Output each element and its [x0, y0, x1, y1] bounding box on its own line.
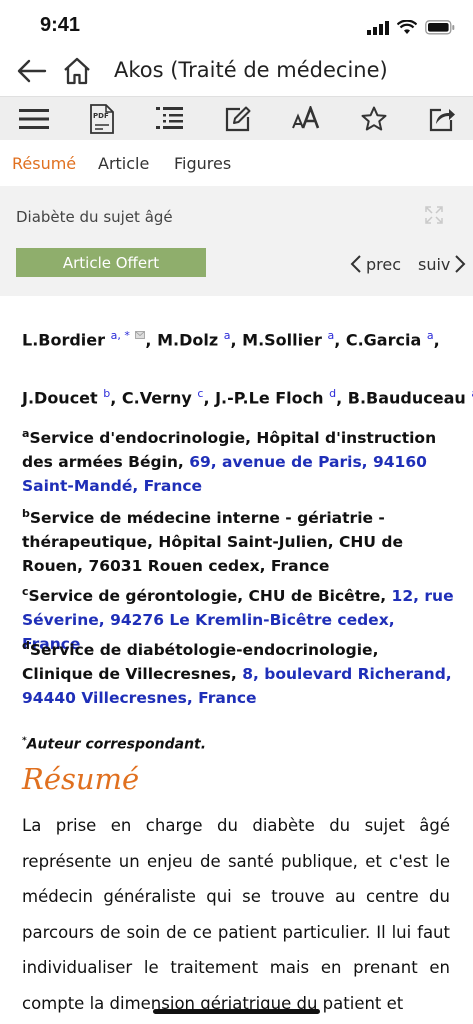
outline-button[interactable] [154, 103, 186, 135]
author-affiliation-mark: a, * [110, 329, 130, 342]
page-title: Akos (Traité de médecine) [114, 58, 388, 82]
menu-icon [19, 109, 49, 129]
navigation-bar: Akos (Traité de médecine) [0, 52, 473, 94]
status-icons [367, 20, 455, 35]
tab-bar: Résumé Article Figures [0, 140, 473, 186]
author-line-1: L.Bordier a, * , M.Dolz a, M.Sollier a, … [22, 329, 440, 350]
affiliation-d: dService de diabétologie-endocrinologie,… [22, 639, 452, 708]
prev-label: prec [366, 254, 402, 274]
chevron-left-icon [350, 255, 361, 273]
author-affiliation-mark: a [327, 329, 335, 342]
article-offert-button[interactable]: Article Offert [16, 248, 206, 277]
home-icon [64, 57, 90, 85]
share-button[interactable] [426, 103, 458, 135]
author-affiliation-mark: c [197, 387, 204, 400]
author-affiliation-mark: a [426, 329, 434, 342]
tab-figures[interactable]: Figures [174, 154, 231, 173]
status-time: 9:41 [40, 14, 81, 36]
abstract-heading: Résumé [22, 762, 140, 796]
fullscreen-button[interactable] [425, 206, 443, 228]
author-affiliation-mark: a [223, 329, 231, 342]
outline-icon [156, 107, 183, 129]
pdf-button[interactable]: PDF [86, 103, 118, 135]
font-size-icon [292, 106, 320, 129]
star-icon [361, 106, 387, 131]
article-header: Diabète du sujet âgé Article Offert prec… [0, 186, 473, 296]
author-name[interactable]: B.Bauduceau [348, 388, 466, 407]
note-edit-icon [225, 106, 251, 132]
wifi-icon [397, 20, 417, 34]
battery-icon [425, 20, 455, 35]
author-line-2: J.Doucet b, C.Verny c, J.-P.Le Floch d, … [22, 380, 473, 412]
next-button[interactable]: suiv [418, 254, 466, 274]
tab-article[interactable]: Article [98, 154, 149, 173]
author-affiliation-mark: b [103, 387, 111, 400]
pdf-icon: PDF [90, 104, 114, 134]
toolbar: PDF [0, 96, 473, 141]
corresponding-author-note: *Auteur correspondant. [22, 736, 207, 753]
author-name[interactable]: L.Bordier [22, 330, 105, 349]
author-name[interactable]: C.Garcia [346, 330, 421, 349]
section-title: Diabète du sujet âgé [16, 208, 173, 226]
prev-button[interactable]: prec [350, 254, 401, 274]
affiliation-a: aService d'endocrinologie, Hôpital d'ins… [22, 427, 437, 496]
share-icon [429, 108, 455, 132]
author-name[interactable]: J.-P.Le Floch [215, 388, 323, 407]
chevron-right-icon [455, 255, 466, 273]
font-size-button[interactable] [290, 103, 322, 135]
email-icon[interactable] [135, 331, 146, 339]
favorite-button[interactable] [358, 103, 390, 135]
author-name[interactable]: M.Dolz [157, 330, 218, 349]
signal-icon [367, 20, 389, 35]
author-name[interactable]: M.Sollier [242, 330, 322, 349]
author-name[interactable]: J.Doucet [22, 388, 98, 407]
affiliation-b: bService de médecine interne - gériatrie… [22, 507, 403, 576]
tab-resume[interactable]: Résumé [12, 154, 76, 173]
abstract-text: La prise en charge du diabète du sujet â… [22, 816, 450, 1013]
next-label: suiv [418, 254, 451, 274]
home-indicator[interactable] [153, 1009, 320, 1014]
status-bar: 9:41 [0, 0, 473, 52]
expand-icon [425, 206, 443, 224]
home-button[interactable] [62, 56, 92, 90]
back-arrow-icon [17, 59, 47, 83]
author-name[interactable]: C.Verny [122, 388, 192, 407]
author-affiliation-mark: d [329, 387, 337, 400]
menu-button[interactable] [18, 103, 50, 135]
note-button[interactable] [222, 103, 254, 135]
svg-text:PDF: PDF [93, 112, 109, 120]
back-button[interactable] [16, 56, 48, 90]
